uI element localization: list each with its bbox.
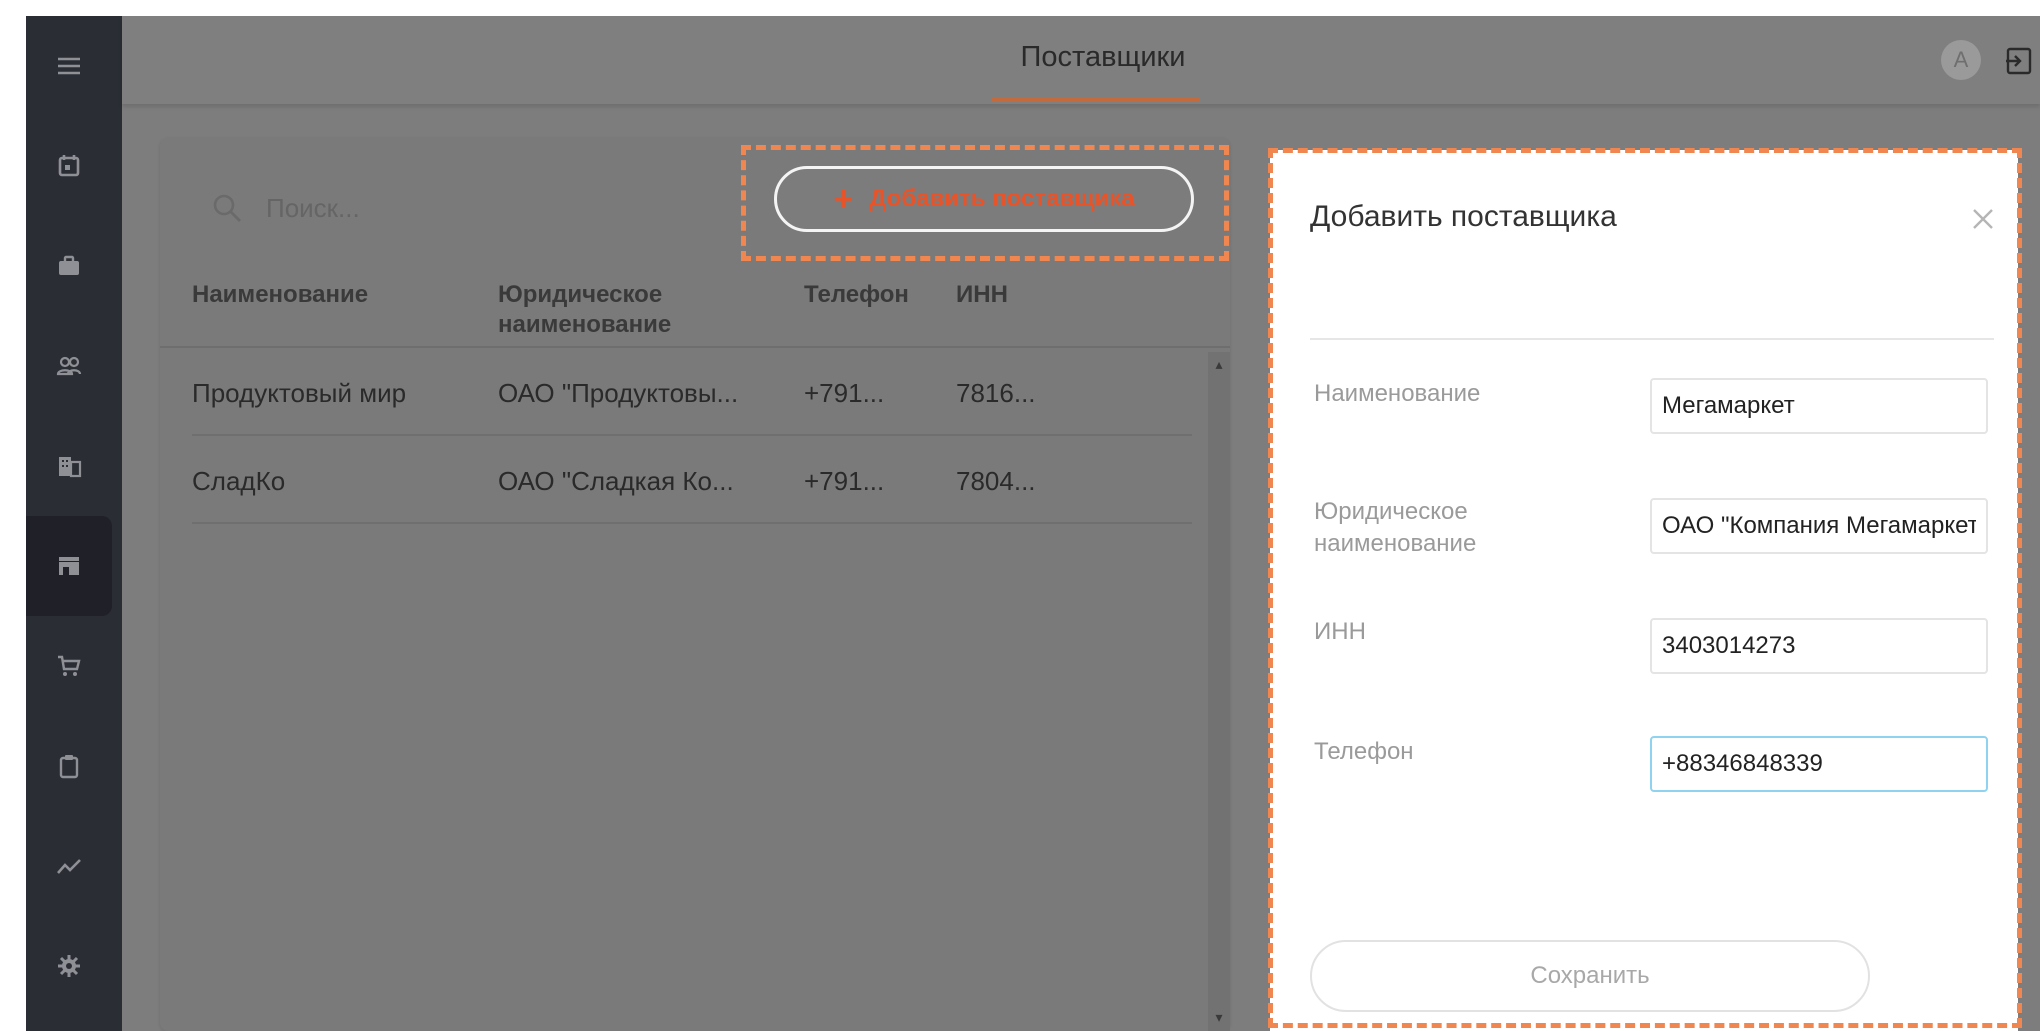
- sidebar: [26, 16, 122, 1031]
- name-input[interactable]: [1650, 378, 1988, 434]
- store-icon: [59, 557, 79, 575]
- legal-name-input[interactable]: [1650, 498, 1988, 554]
- calendar-icon: [58, 155, 80, 177]
- column-header-inn[interactable]: ИНН: [956, 280, 1008, 310]
- cell-name: СладКо: [192, 466, 286, 496]
- page-title[interactable]: Поставщики: [998, 16, 1208, 98]
- phone-input[interactable]: [1650, 736, 1988, 792]
- field-label-inn: ИНН: [1314, 618, 1366, 645]
- field-label-phone: Телефон: [1314, 738, 1414, 765]
- sidebar-item-analytics[interactable]: [26, 816, 112, 916]
- active-tab-indicator: [992, 98, 1200, 102]
- add-supplier-highlight: + Добавить поставщика: [741, 145, 1229, 261]
- sidebar-item-people[interactable]: [26, 316, 112, 416]
- search-bar: [210, 188, 490, 228]
- plus-icon: +: [833, 179, 854, 218]
- cell-inn: 7816...: [956, 378, 1036, 408]
- form-title: Добавить поставщика: [1310, 200, 1617, 233]
- sidebar-item-clipboard[interactable]: [26, 716, 112, 816]
- gear-icon: [58, 955, 80, 977]
- table-header: Наименование Юридическое наименование Те…: [160, 274, 1230, 348]
- briefcase-icon: [59, 255, 79, 275]
- table-row[interactable]: СладКо ОАО "Сладкая Ко... +791... 7804..…: [192, 436, 1192, 524]
- logout-icon[interactable]: [2002, 44, 2036, 78]
- inn-input[interactable]: [1650, 618, 1988, 674]
- topbar: Поставщики A: [122, 16, 2040, 104]
- search-icon: [213, 194, 241, 222]
- cell-phone: +791...: [804, 466, 885, 496]
- table-row[interactable]: Продуктовый мир ОАО "Продуктовы... +791.…: [192, 348, 1192, 436]
- add-supplier-form: Добавить поставщика Наименование Юридиче…: [1270, 150, 2018, 1031]
- cell-name: Продуктовый мир: [192, 378, 407, 408]
- scrollbar[interactable]: ▴ ▾: [1208, 352, 1230, 1031]
- building-icon: [59, 457, 82, 478]
- clipboard-icon: [59, 755, 79, 779]
- scroll-down-icon[interactable]: ▾: [1211, 1009, 1227, 1025]
- cart-icon: [58, 655, 81, 676]
- sidebar-item-briefcase[interactable]: [26, 216, 112, 316]
- chart-line-icon: [57, 859, 81, 874]
- sidebar-item-building[interactable]: [26, 416, 112, 516]
- column-header-name[interactable]: Наименование: [192, 280, 368, 310]
- app-window: Поставщики A + Добавить поставщика Наиме…: [26, 16, 2040, 1031]
- sidebar-item-cart[interactable]: [26, 616, 112, 716]
- column-header-phone[interactable]: Телефон: [804, 280, 909, 310]
- scroll-up-icon[interactable]: ▴: [1211, 356, 1227, 372]
- field-label-name: Наименование: [1314, 380, 1481, 407]
- cell-legal-name: ОАО "Продуктовы...: [498, 378, 739, 408]
- cell-legal-name: ОАО "Сладкая Ко...: [498, 466, 734, 496]
- column-header-legal-name[interactable]: Юридическое наименование: [498, 280, 698, 340]
- menu-icon: [58, 57, 80, 75]
- cell-phone: +791...: [804, 378, 885, 408]
- people-icon: [56, 356, 82, 376]
- menu-button[interactable]: [26, 30, 112, 102]
- field-label-legal-name: Юридическое наименование: [1314, 498, 1477, 557]
- close-icon[interactable]: [1966, 202, 2000, 236]
- save-button[interactable]: Сохранить: [1310, 940, 1870, 1012]
- cell-inn: 7804...: [956, 466, 1036, 496]
- search-input[interactable]: [264, 191, 488, 225]
- sidebar-item-suppliers[interactable]: [26, 516, 112, 616]
- sidebar-item-settings[interactable]: [26, 916, 112, 1016]
- add-supplier-button[interactable]: + Добавить поставщика: [774, 166, 1194, 232]
- form-divider: [1310, 338, 1994, 340]
- avatar[interactable]: A: [1941, 40, 1981, 80]
- suppliers-list-panel: + Добавить поставщика Наименование Юриди…: [160, 138, 1230, 1031]
- sidebar-item-calendar[interactable]: [26, 116, 112, 216]
- add-supplier-label: Добавить поставщика: [869, 185, 1135, 212]
